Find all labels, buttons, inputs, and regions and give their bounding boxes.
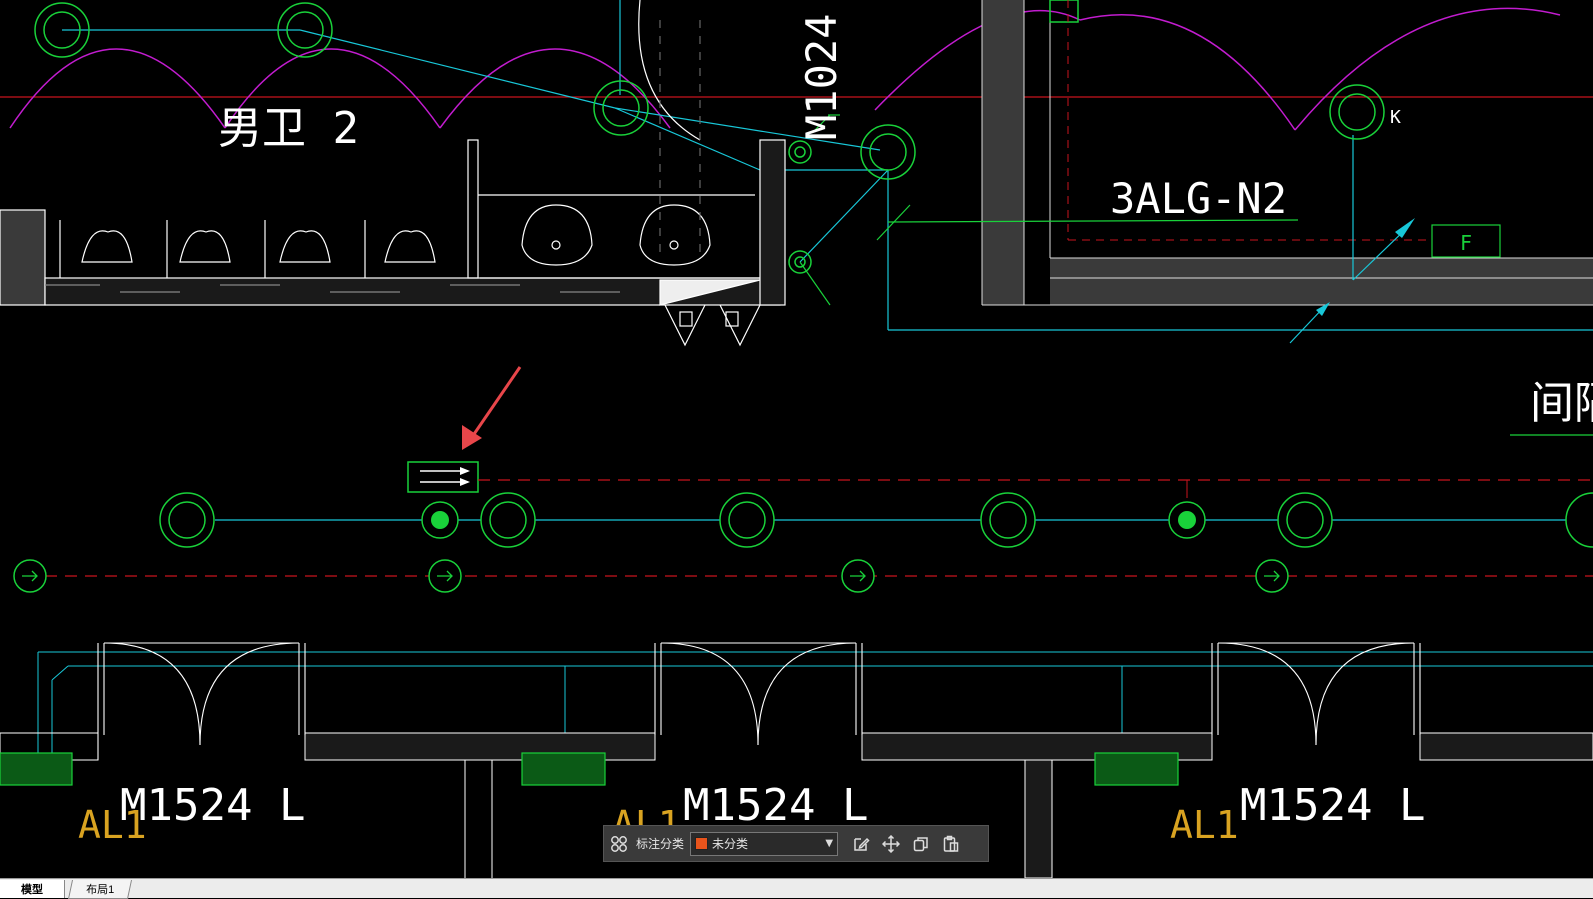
panel-label: 3ALG-N2 xyxy=(1110,174,1287,223)
category-select[interactable]: 未分类 ▼ xyxy=(690,831,839,856)
door-label-vertical: M1024 L xyxy=(797,0,846,140)
door-label-3: M1524 L xyxy=(1240,780,1425,831)
move-icon[interactable] xyxy=(876,829,906,859)
f-label: F xyxy=(1460,231,1472,255)
exit-sign-icon xyxy=(407,461,479,493)
door-label-1: M1524 L xyxy=(120,780,305,831)
category-color-swatch xyxy=(695,837,709,850)
room-label: 男卫 2 xyxy=(218,103,359,154)
al-label-1: AL1 xyxy=(78,803,147,847)
partition-label: 间隔 xyxy=(1530,378,1593,429)
tab-layout1[interactable]: 布局1 xyxy=(67,880,133,899)
layout-tab-bar: 模型 布局1 xyxy=(0,878,1593,899)
grid-icon[interactable] xyxy=(604,829,634,859)
copy-icon[interactable] xyxy=(906,829,936,859)
category-value: 未分类 xyxy=(712,837,749,851)
category-label: 标注分类 xyxy=(636,837,685,851)
tab-layout1-label: 布局1 xyxy=(86,884,115,896)
tab-model-label: 模型 xyxy=(21,884,43,896)
door-label-2: M1524 L xyxy=(683,780,868,831)
red-arrow-annotation xyxy=(462,366,522,450)
annotation-toolbar: 标注分类 未分类 ▼ xyxy=(603,825,989,862)
edit-icon[interactable] xyxy=(846,829,876,859)
wall-right-block xyxy=(981,0,1593,306)
k-label: K xyxy=(1390,107,1401,128)
washroom-fixtures xyxy=(0,0,786,347)
cad-drawing-canvas[interactable]: 男卫 2 M1024 L 3ALG-N2 K F 间隔 xyxy=(0,0,1593,878)
al-label-3: AL1 xyxy=(1170,803,1239,847)
paste-icon[interactable] xyxy=(936,829,966,859)
tab-model[interactable]: 模型 xyxy=(0,880,65,898)
chevron-down-icon: ▼ xyxy=(825,838,834,849)
